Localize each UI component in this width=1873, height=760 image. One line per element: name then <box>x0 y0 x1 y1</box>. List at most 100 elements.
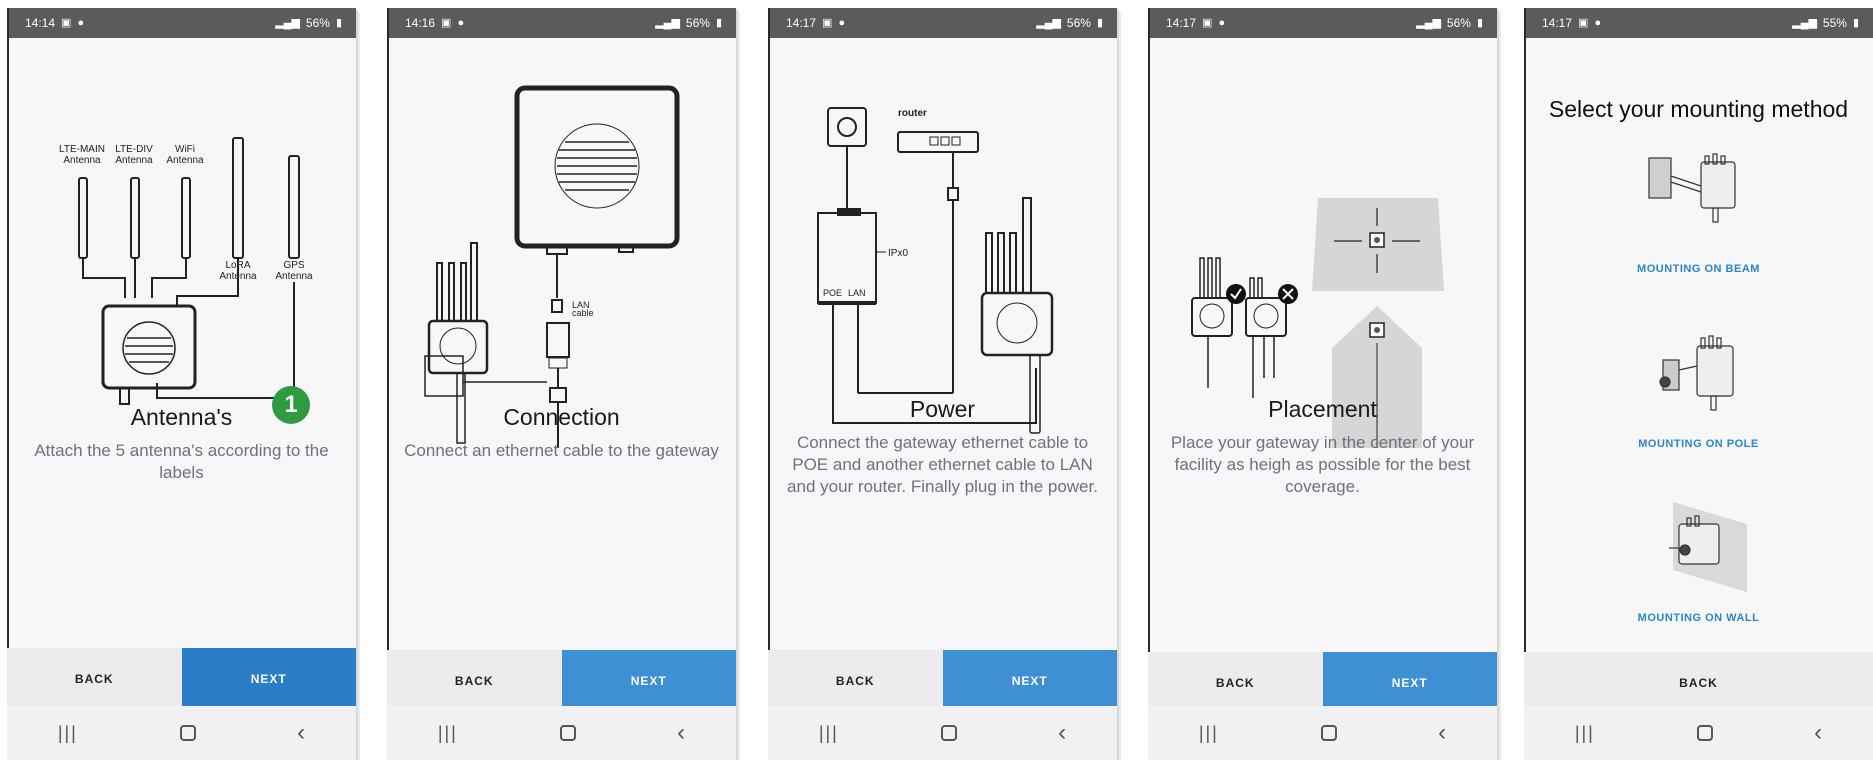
clock: 14:14 <box>25 16 56 30</box>
recents-icon[interactable]: ||| <box>819 723 839 744</box>
battery-icon: ▮ <box>1852 16 1859 29</box>
button-bar: BACK NEXT <box>768 650 1117 712</box>
status-bar: 14:17 ▣ ● ▂▄▆ 55% ▮ <box>1524 8 1873 38</box>
status-bar: 14:17 ▣ ● ▂▄▆ 56% ▮ <box>768 8 1117 38</box>
placement-illustration <box>1148 38 1497 448</box>
nav-back-icon[interactable]: ‹ <box>677 719 685 747</box>
home-icon[interactable] <box>1696 725 1713 741</box>
pole-mount-image <box>1658 335 1734 411</box>
label-gps: GPS <box>283 260 304 271</box>
clock: 14:17 <box>1166 16 1197 30</box>
system-nav-bar: ||| ‹ <box>7 706 356 760</box>
button-bar: BACK <box>1524 652 1873 714</box>
signal-icon: ▂▄▆ <box>275 16 300 29</box>
back-button[interactable]: BACK <box>768 650 943 712</box>
button-bar: BACK NEXT <box>387 650 736 712</box>
label-cable: cable <box>572 308 594 318</box>
screen-title: Connection <box>503 404 620 430</box>
battery-level: 56% <box>685 16 710 30</box>
screen-power: 14:17 ▣ ● ▂▄▆ 56% ▮ router IPx0 POE LAN <box>768 8 1117 760</box>
beam-mount-image <box>1647 153 1736 223</box>
system-nav-bar: ||| ‹ <box>1148 706 1497 760</box>
signal-icon: ▂▄▆ <box>1036 16 1061 29</box>
screen-description: Place your gateway in the center of your… <box>1170 433 1475 496</box>
label-router: router <box>898 108 927 119</box>
next-button[interactable]: NEXT <box>561 650 736 712</box>
screen-description: Connect an ethernet cable to the gateway <box>404 441 719 460</box>
location-icon: ● <box>1594 16 1602 29</box>
label-antenna-3: Antenna <box>166 155 204 166</box>
back-button[interactable]: BACK <box>1148 652 1323 714</box>
clock: 14:17 <box>786 16 817 30</box>
label-lan: LAN <box>848 288 866 298</box>
label-ipx0: IPx0 <box>888 248 908 259</box>
battery-icon: ▮ <box>1096 16 1103 29</box>
label-wifi: WiFi <box>175 144 195 155</box>
mount-beam-option[interactable] <box>1524 148 1873 238</box>
connection-illustration: LAN cable <box>387 38 736 448</box>
system-nav-bar: ||| ‹ <box>1524 706 1873 760</box>
antenna-illustration: LTE-MAIN Antenna LTE-DIV Antenna WiFi An… <box>7 38 356 448</box>
next-button[interactable]: NEXT <box>181 648 356 710</box>
screen-connection: 14:16 ▣ ● ▂▄▆ 56% ▮ LAN cable Connection… <box>387 8 736 760</box>
mount-pole-option[interactable] <box>1524 326 1873 416</box>
recents-icon[interactable]: ||| <box>438 723 458 744</box>
nav-back-icon[interactable]: ‹ <box>1814 719 1822 747</box>
battery-icon: ▮ <box>335 16 342 29</box>
next-button[interactable]: NEXT <box>942 650 1117 712</box>
screen-antennas: 14:14 ▣ ● ▂▄▆ 56% ▮ LTE-MAIN Antenna LTE-DIV… <box>7 8 356 760</box>
recents-icon[interactable]: ||| <box>58 723 78 744</box>
location-icon: ● <box>838 16 846 29</box>
screen-title: Placement <box>1268 396 1377 422</box>
step-number-badge: 1 <box>272 386 310 424</box>
gallery-icon: ▣ <box>1578 16 1589 29</box>
signal-icon: ▂▄▆ <box>655 16 680 29</box>
screen-mounting: 14:17 ▣ ● ▂▄▆ 55% ▮ Select your mounting met… <box>1524 8 1873 760</box>
location-icon: ● <box>457 16 465 29</box>
back-button[interactable]: BACK <box>387 650 562 712</box>
status-bar: 14:17 ▣ ● ▂▄▆ 56% ▮ <box>1148 8 1497 38</box>
screen-title: Power <box>909 396 976 422</box>
screen-title: Select your mounting method <box>1548 96 1849 122</box>
back-button[interactable]: BACK <box>7 648 182 710</box>
status-bar: 14:14 ▣ ● ▂▄▆ 56% ▮ <box>7 8 356 38</box>
system-nav-bar: ||| ‹ <box>768 706 1117 760</box>
mount-wall-label[interactable]: MOUNTING ON WALL <box>1524 612 1873 624</box>
home-icon[interactable] <box>1320 725 1337 741</box>
battery-icon: ▮ <box>1476 16 1483 29</box>
clock: 14:17 <box>1542 16 1573 30</box>
screen-description: Attach the 5 antenna's according to the … <box>34 441 329 482</box>
home-icon[interactable] <box>940 725 957 741</box>
home-icon[interactable] <box>559 725 576 741</box>
back-button[interactable]: BACK <box>1524 652 1873 714</box>
home-icon[interactable] <box>179 725 196 741</box>
battery-level: 55% <box>1822 16 1847 30</box>
mount-beam-label[interactable]: MOUNTING ON BEAM <box>1524 263 1873 275</box>
label-antenna-1: Antenna <box>63 155 101 166</box>
gallery-icon: ▣ <box>441 16 452 29</box>
battery-level: 56% <box>305 16 330 30</box>
nav-back-icon[interactable]: ‹ <box>1058 719 1066 747</box>
clock: 14:16 <box>405 16 436 30</box>
label-antenna-5: Antenna <box>275 271 313 282</box>
gallery-icon: ▣ <box>61 16 72 29</box>
signal-icon: ▂▄▆ <box>1416 16 1441 29</box>
label-lte-main: LTE-MAIN <box>59 144 105 155</box>
button-bar: BACK NEXT <box>7 648 356 710</box>
wall-mount-image <box>1668 502 1747 592</box>
screen-placement: 14:17 ▣ ● ▂▄▆ 56% ▮ Placement Place your… <box>1148 8 1497 760</box>
recents-icon[interactable]: ||| <box>1199 723 1219 744</box>
nav-back-icon[interactable]: ‹ <box>297 719 305 747</box>
system-nav-bar: ||| ‹ <box>387 706 736 760</box>
nav-back-icon[interactable]: ‹ <box>1438 719 1446 747</box>
label-antenna-2: Antenna <box>115 155 153 166</box>
gallery-icon: ▣ <box>822 16 833 29</box>
location-icon: ● <box>77 16 85 29</box>
mount-pole-label[interactable]: MOUNTING ON POLE <box>1524 438 1873 450</box>
recents-icon[interactable]: ||| <box>1575 723 1595 744</box>
power-illustration: router IPx0 POE LAN <box>768 38 1117 448</box>
next-button[interactable]: NEXT <box>1322 652 1497 714</box>
mount-wall-option[interactable] <box>1524 496 1873 596</box>
signal-icon: ▂▄▆ <box>1792 16 1817 29</box>
screen-description: Connect the gateway ethernet cable to PO… <box>787 433 1098 496</box>
